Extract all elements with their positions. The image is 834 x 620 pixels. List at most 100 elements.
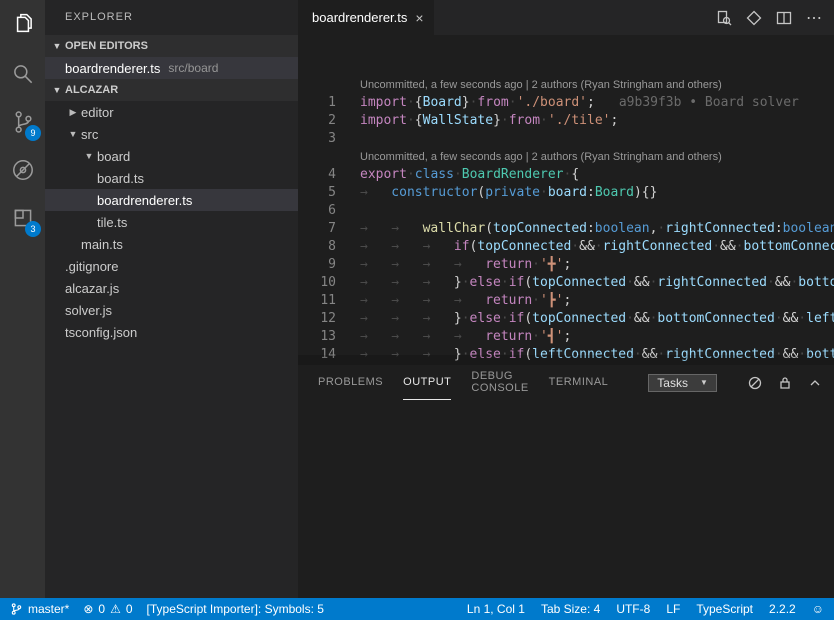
- tab-whitespace-arrow: →: [391, 274, 422, 292]
- line-number: 3: [298, 130, 360, 148]
- ts-version-indicator[interactable]: 2.2.2: [769, 602, 796, 616]
- sidebar-title: EXPLORER: [45, 0, 298, 35]
- line-content[interactable]: →→→}·else·if(topConnected·&&·bottomConne…: [360, 310, 834, 328]
- line-content[interactable]: [360, 202, 834, 220]
- tab-whitespace-arrow: →: [391, 238, 422, 256]
- explorer-icon[interactable]: [0, 2, 45, 50]
- tree-item-src[interactable]: ▼src: [45, 123, 298, 145]
- file-tree: ▶editor▼src▼boardboard.tsboardrenderer.t…: [45, 101, 298, 598]
- line-content[interactable]: [360, 130, 834, 148]
- language-indicator[interactable]: TypeScript: [696, 602, 753, 616]
- magnifier-icon: [10, 61, 36, 87]
- tab-whitespace-arrow: →: [391, 292, 422, 310]
- scroll-lock-icon[interactable]: [777, 375, 793, 391]
- tree-item-alcazar.js[interactable]: alcazar.js: [45, 277, 298, 299]
- tree-item-tsconfig.json[interactable]: tsconfig.json: [45, 321, 298, 343]
- tree-item-boardrenderer.ts[interactable]: boardrenderer.ts: [45, 189, 298, 211]
- open-editor-desc: src/board: [168, 61, 218, 75]
- line-content[interactable]: →→→if(topConnected·&&·rightConnected·&&·…: [360, 238, 834, 256]
- ts-importer-label: [TypeScript Importer]: Symbols: 5: [147, 602, 324, 616]
- codelens-annotation[interactable]: Uncommitted, a few seconds ago | 2 autho…: [298, 76, 834, 94]
- encoding-indicator[interactable]: UTF-8: [616, 602, 650, 616]
- tab-whitespace-arrow: →: [423, 328, 454, 346]
- tab-whitespace-arrow: →: [423, 292, 454, 310]
- folder-section-header[interactable]: ▼ ALCAZAR: [45, 79, 298, 101]
- tab-whitespace-arrow: →: [391, 256, 422, 274]
- code-line-2: 2import·{WallState}·from·'./tile';: [298, 112, 834, 130]
- error-count: 0: [98, 602, 105, 616]
- tab-whitespace-arrow: →: [423, 274, 454, 292]
- tree-item-.gitignore[interactable]: .gitignore: [45, 255, 298, 277]
- code-line-5: 5→constructor(private·board:Board){}: [298, 184, 834, 202]
- doc-search-icon[interactable]: [716, 10, 732, 26]
- chevron-down-icon: ▼: [700, 378, 708, 387]
- cursor-position[interactable]: Ln 1, Col 1: [467, 602, 525, 616]
- search-icon[interactable]: [0, 50, 45, 98]
- tab-bar: boardrenderer.ts ×: [298, 0, 834, 35]
- line-content[interactable]: →→→→return·'┫';: [360, 328, 834, 346]
- tree-item-editor[interactable]: ▶editor: [45, 101, 298, 123]
- close-icon[interactable]: ×: [415, 11, 423, 25]
- problems-status[interactable]: ⊗ 0 ⚠ 0: [83, 602, 132, 616]
- line-content[interactable]: →→→→return·'╋';: [360, 256, 834, 274]
- line-content[interactable]: →constructor(private·board:Board){}: [360, 184, 834, 202]
- tab-output[interactable]: OUTPUT: [403, 365, 451, 400]
- output-content[interactable]: [298, 400, 834, 598]
- line-content[interactable]: →→wallChar(topConnected:boolean,·rightCo…: [360, 220, 834, 238]
- open-editor-item[interactable]: boardrenderer.ts src/board: [45, 57, 298, 79]
- tree-item-solver.js[interactable]: solver.js: [45, 299, 298, 321]
- open-editor-name: boardrenderer.ts: [65, 61, 160, 76]
- tab-whitespace-arrow: →: [360, 256, 391, 274]
- source-control-icon[interactable]: 9: [0, 98, 45, 146]
- eol-indicator[interactable]: LF: [666, 602, 680, 616]
- warning-count: 0: [126, 602, 133, 616]
- output-channel-select[interactable]: Tasks ▼: [648, 374, 717, 392]
- clear-output-icon[interactable]: [747, 375, 763, 391]
- git-compare-icon[interactable]: [746, 10, 762, 26]
- open-editors-label: OPEN EDITORS: [65, 40, 148, 52]
- horizontal-scrollbar[interactable]: [298, 355, 834, 365]
- code-line-4: 4export·class·BoardRenderer·{: [298, 166, 834, 184]
- error-icon: ⊗: [83, 602, 93, 616]
- line-number: 4: [298, 166, 360, 184]
- more-actions-icon[interactable]: ⋯: [806, 8, 822, 28]
- tree-item-main.ts[interactable]: main.ts: [45, 233, 298, 255]
- line-content[interactable]: import·{Board}·from·'./board';a9b39f3b •…: [360, 94, 834, 112]
- tree-item-board.ts[interactable]: board.ts: [45, 167, 298, 189]
- tree-item-board[interactable]: ▼board: [45, 145, 298, 167]
- code-line-3: 3: [298, 130, 834, 148]
- git-branch-status[interactable]: master*: [10, 602, 69, 616]
- editor-actions: ⋯: [716, 0, 834, 35]
- debug-icon[interactable]: [0, 146, 45, 194]
- line-content[interactable]: →→→→return·'┣';: [360, 292, 834, 310]
- tab-whitespace-arrow: →: [360, 238, 391, 256]
- open-editors-header[interactable]: ▼ OPEN EDITORS: [45, 35, 298, 57]
- tab-whitespace-arrow: →: [391, 220, 422, 238]
- tree-item-tile.ts[interactable]: tile.ts: [45, 211, 298, 233]
- line-number: 8: [298, 238, 360, 256]
- chevron-up-icon[interactable]: [807, 375, 823, 391]
- vscode-window: 9 3 EXPLORER ▼ OPEN E: [0, 0, 834, 620]
- tree-item-label: solver.js: [65, 303, 112, 318]
- code-line-9: 9→→→→return·'╋';: [298, 256, 834, 274]
- tab-debug-console[interactable]: DEBUG CONSOLE: [471, 365, 528, 400]
- extensions-icon[interactable]: 3: [0, 194, 45, 242]
- tab-whitespace-arrow: →: [454, 328, 485, 346]
- tab-size-indicator[interactable]: Tab Size: 4: [541, 602, 600, 616]
- tab-problems[interactable]: PROBLEMS: [318, 365, 383, 400]
- tab-terminal[interactable]: TERMINAL: [549, 365, 609, 400]
- activity-bar: 9 3: [0, 0, 45, 598]
- split-editor-icon[interactable]: [776, 10, 792, 26]
- code-line-12: 12→→→}·else·if(topConnected·&&·bottomCon…: [298, 310, 834, 328]
- code-editor[interactable]: Uncommitted, a few seconds ago | 2 autho…: [298, 35, 834, 365]
- ts-importer-status[interactable]: [TypeScript Importer]: Symbols: 5: [147, 602, 324, 616]
- tab-boardrenderer[interactable]: boardrenderer.ts ×: [298, 0, 434, 35]
- chevron-down-icon: ▼: [65, 129, 81, 139]
- tab-whitespace-arrow: →: [360, 274, 391, 292]
- line-number: 11: [298, 292, 360, 310]
- feedback-smiley-icon[interactable]: ☺: [812, 602, 824, 616]
- line-content[interactable]: import·{WallState}·from·'./tile';: [360, 112, 834, 130]
- line-content[interactable]: →→→}·else·if(topConnected·&&·rightConnec…: [360, 274, 834, 292]
- codelens-annotation[interactable]: Uncommitted, a few seconds ago | 2 autho…: [298, 148, 834, 166]
- line-content[interactable]: export·class·BoardRenderer·{: [360, 166, 834, 184]
